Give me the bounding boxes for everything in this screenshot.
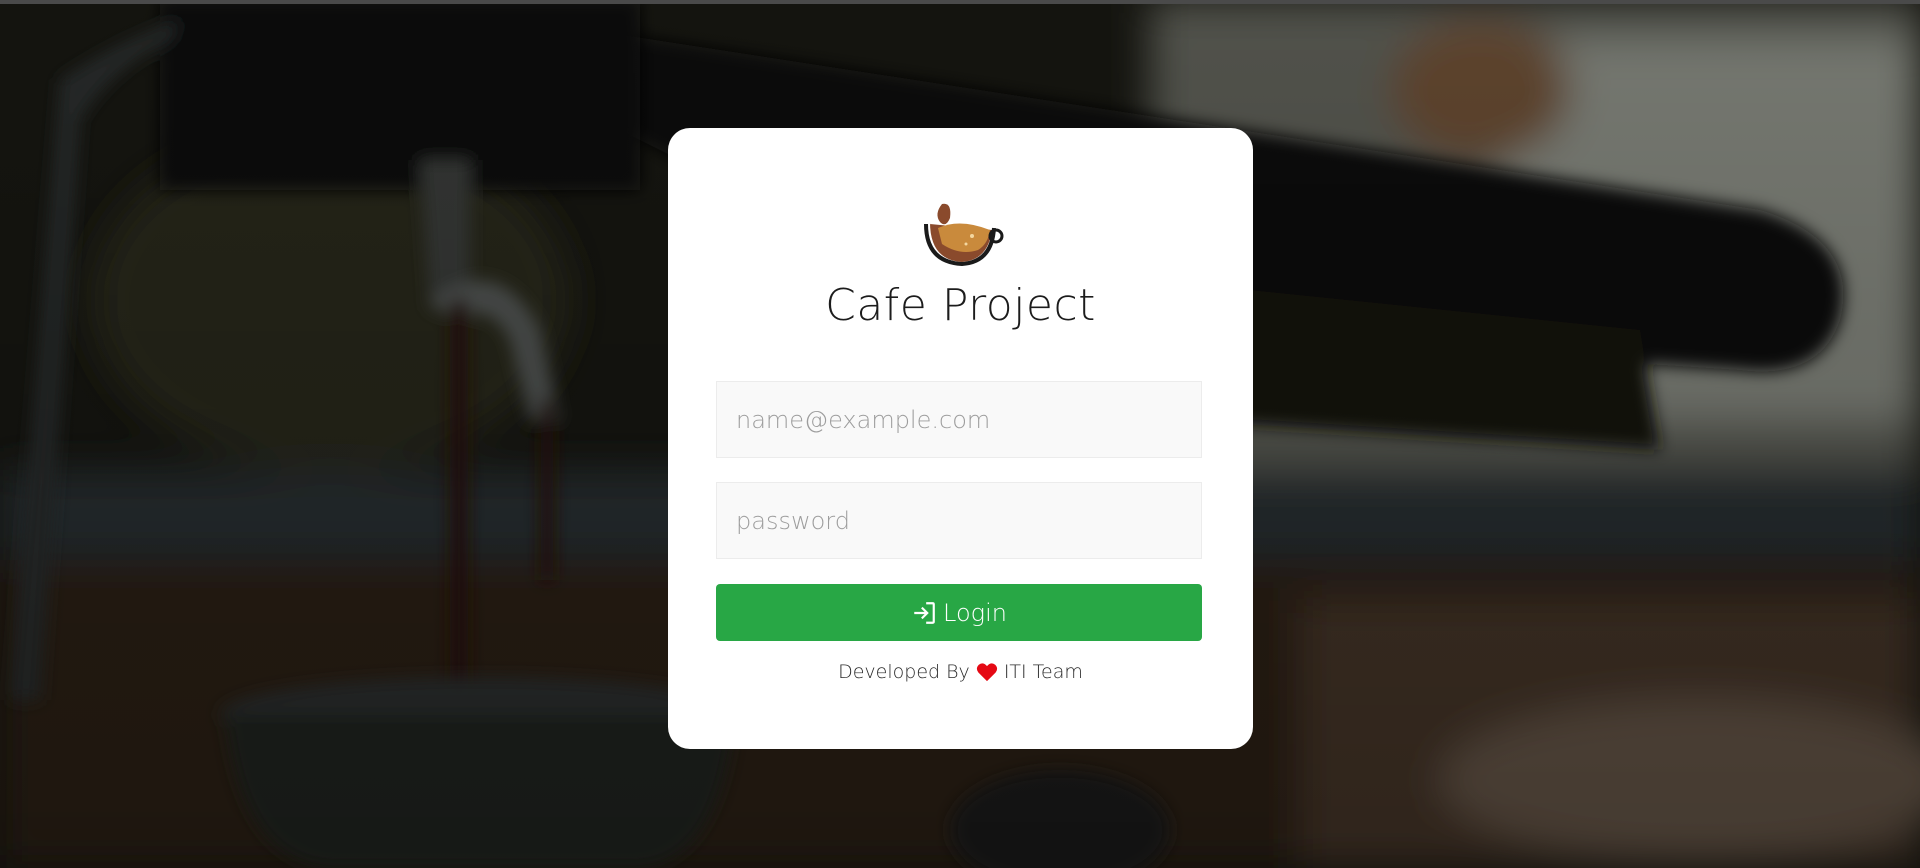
email-input[interactable] bbox=[716, 381, 1202, 458]
footer-credit: Developed By ITI Team bbox=[668, 661, 1253, 683]
browser-top-edge bbox=[0, 0, 1920, 4]
login-button[interactable]: Login bbox=[716, 584, 1202, 641]
heart-icon bbox=[976, 663, 997, 682]
sign-in-icon bbox=[914, 601, 935, 624]
coffee-cup-icon bbox=[924, 203, 1004, 267]
login-button-label: Login bbox=[943, 598, 1007, 627]
credit-suffix: ITI Team bbox=[1003, 661, 1083, 683]
login-card: Cafe Project Login Developed By ITI Team bbox=[668, 128, 1253, 749]
credit-prefix: Developed By bbox=[838, 661, 970, 683]
app-title: Cafe Project bbox=[825, 280, 1096, 331]
password-input[interactable] bbox=[716, 482, 1202, 559]
